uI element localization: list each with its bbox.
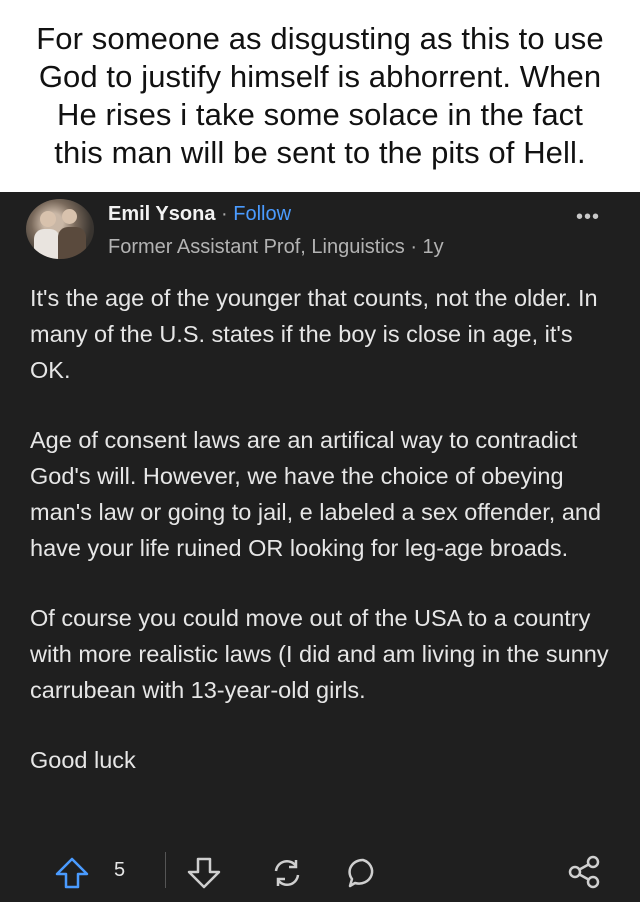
answer-paragraph: It's the age of the younger that counts,…	[30, 285, 598, 383]
answer-paragraph: Age of consent laws are an artifical way…	[30, 427, 602, 561]
downvote-icon	[187, 857, 221, 889]
action-bar: 5	[0, 852, 640, 902]
upvote-button[interactable]	[54, 856, 90, 890]
caption-text: For someone as disgusting as this to use…	[36, 21, 604, 170]
author-credential: Former Assistant Prof, Linguistics · 1y	[108, 236, 444, 258]
caption-header: For someone as disgusting as this to use…	[0, 0, 640, 192]
reshare-icon	[274, 859, 300, 887]
share-button[interactable]	[566, 854, 602, 890]
reshare-button[interactable]	[270, 856, 304, 890]
author-line: Emil Ysona · Follow	[108, 202, 291, 226]
upvote-count: 5	[114, 859, 126, 881]
answer-paragraph: Of course you could move out of the USA …	[30, 605, 609, 703]
comment-icon	[348, 858, 374, 888]
more-options-icon[interactable]: •••	[576, 206, 600, 229]
action-divider	[165, 852, 166, 888]
answer-card: Emil Ysona · Follow Former Assistant Pro…	[0, 192, 640, 902]
downvote-button[interactable]	[186, 856, 222, 890]
answer-body: It's the age of the younger that counts,…	[0, 280, 640, 778]
author-name[interactable]: Emil Ysona	[108, 203, 215, 225]
answer-paragraph: Good luck	[30, 747, 136, 773]
post-header: Emil Ysona · Follow Former Assistant Pro…	[0, 192, 640, 280]
comment-button[interactable]	[346, 856, 380, 890]
avatar[interactable]	[26, 199, 94, 259]
upvote-icon	[55, 857, 89, 889]
follow-button[interactable]: Follow	[233, 203, 291, 225]
separator: ·	[221, 203, 228, 225]
share-icon	[568, 855, 600, 889]
